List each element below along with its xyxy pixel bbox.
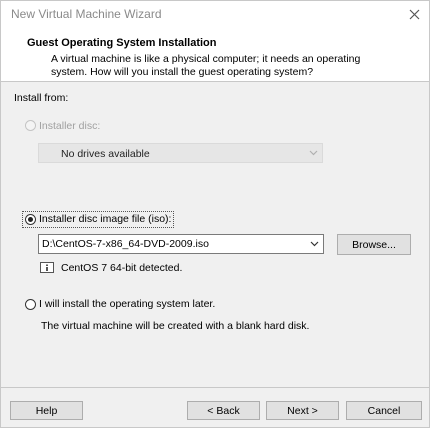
iso-path-combo[interactable]: D:\CentOS-7-x86_64-DVD-2009.iso <box>38 234 324 254</box>
page-description: A virtual machine is like a physical com… <box>51 53 361 78</box>
next-button[interactable]: Next > <box>266 401 339 420</box>
window-title: New Virtual Machine Wizard <box>11 7 162 21</box>
drive-select[interactable]: No drives available <box>38 143 323 163</box>
close-icon <box>409 9 419 19</box>
iso-radio[interactable] <box>25 214 36 225</box>
iso-path-value: D:\CentOS-7-x86_64-DVD-2009.iso <box>42 238 209 250</box>
chevron-down-icon <box>309 150 318 156</box>
install-later-radio[interactable] <box>25 299 36 310</box>
install-from-label: Install from: <box>14 92 69 104</box>
info-icon <box>40 262 54 273</box>
drive-select-value: No drives available <box>61 148 150 160</box>
installer-disc-radio[interactable] <box>25 120 36 131</box>
browse-button[interactable]: Browse... <box>337 234 411 255</box>
iso-label: Installer disc image file (iso): <box>39 213 172 225</box>
close-button[interactable] <box>400 2 428 26</box>
page-title: Guest Operating System Installation <box>27 37 217 49</box>
back-button[interactable]: < Back <box>187 401 260 420</box>
help-button[interactable]: Help <box>10 401 83 420</box>
cancel-button[interactable]: Cancel <box>346 401 422 420</box>
install-later-note: The virtual machine will be created with… <box>41 320 310 332</box>
installer-disc-label: Installer disc: <box>39 120 101 132</box>
chevron-down-icon <box>310 241 319 247</box>
detected-os-text: CentOS 7 64-bit detected. <box>61 262 183 274</box>
install-later-label: I will install the operating system late… <box>39 298 216 310</box>
